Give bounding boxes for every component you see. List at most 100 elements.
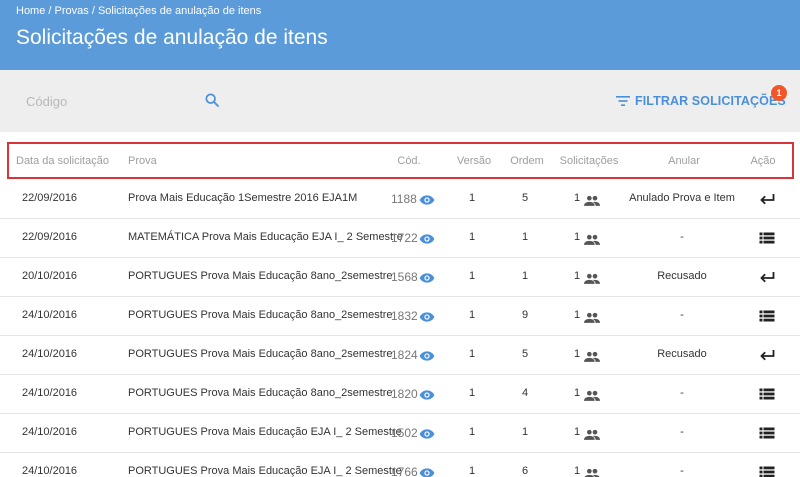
table-row[interactable]: 24/10/2016 PORTUGUES Prova Mais Educação … (0, 336, 800, 375)
cell-prova: MATEMÁTICA Prova Mais Educação EJA I_ 2 … (128, 231, 403, 243)
cell-versao: 1 (468, 387, 476, 399)
filter-requests-button[interactable]: FILTRAR SOLICITAÇÕES (616, 92, 786, 110)
cell-solicitacoes: 1 (574, 348, 581, 360)
cell-anular: - (680, 387, 684, 399)
eye-icon[interactable] (419, 427, 435, 439)
eye-icon[interactable] (419, 271, 435, 283)
undo-icon[interactable] (759, 192, 775, 206)
cell-ordem: 4 (521, 387, 529, 399)
cell-solicitacoes: 1 (574, 309, 581, 321)
cell-anular: - (680, 231, 684, 243)
breadcrumb-provas[interactable]: Provas (55, 5, 89, 17)
cell-prova: PORTUGUES Prova Mais Educação EJA I_ 2 S… (128, 465, 402, 477)
cell-ordem: 1 (521, 231, 529, 243)
table-row[interactable]: 24/10/2016 PORTUGUES Prova Mais Educação … (0, 375, 800, 414)
table-row[interactable]: 24/10/2016 PORTUGUES Prova Mais Educação … (0, 453, 800, 477)
cell-prova: PORTUGUES Prova Mais Educação 8ano_2seme… (128, 270, 393, 282)
filter-toolbar: FILTRAR SOLICITAÇÕES (0, 70, 800, 132)
list-icon[interactable] (759, 465, 775, 477)
cell-versao: 1 (468, 465, 476, 477)
cell-ordem: 6 (521, 465, 529, 477)
cell-versao: 1 (468, 426, 476, 438)
search-input[interactable] (26, 89, 196, 113)
list-icon[interactable] (759, 309, 775, 323)
cell-solicitacoes: 1 (574, 465, 581, 477)
cell-data-solicitacao: 24/10/2016 (22, 348, 78, 360)
column-header-solicitacoes[interactable]: Solicitações (560, 155, 619, 167)
column-header-versao[interactable]: Versão (457, 155, 491, 167)
eye-icon[interactable] (419, 193, 435, 205)
eye-icon[interactable] (419, 466, 435, 477)
table-row[interactable]: 22/09/2016 Prova Mais Educação 1Semestre … (0, 180, 800, 219)
cell-solicitacoes: 1 (574, 192, 581, 204)
cell-cod: 1188 (391, 192, 417, 206)
cell-data-solicitacao: 24/10/2016 (22, 465, 78, 477)
search-icon[interactable] (204, 92, 220, 108)
people-icon (584, 232, 600, 245)
cell-versao: 1 (468, 309, 476, 321)
table-row[interactable]: 24/10/2016 PORTUGUES Prova Mais Educação … (0, 414, 800, 453)
eye-icon[interactable] (419, 388, 435, 400)
table-header: Data da solicitação Prova Cód. Versão Or… (7, 142, 794, 179)
people-icon (584, 466, 600, 477)
table-row[interactable]: 20/10/2016 PORTUGUES Prova Mais Educação … (0, 258, 800, 297)
eye-icon[interactable] (419, 232, 435, 244)
cell-data-solicitacao: 22/09/2016 (22, 192, 78, 204)
cell-cod: 1568 (391, 270, 418, 284)
undo-icon[interactable] (759, 348, 775, 362)
requests-table: Data da solicitação Prova Cód. Versão Or… (0, 142, 800, 477)
cell-prova: PORTUGUES Prova Mais Educação 8ano_2seme… (128, 387, 393, 399)
cell-solicitacoes: 1 (574, 231, 581, 243)
people-icon (584, 388, 600, 401)
cell-versao: 1 (468, 348, 476, 360)
table-row[interactable]: 24/10/2016 PORTUGUES Prova Mais Educação … (0, 297, 800, 336)
cell-cod: 1502 (391, 426, 418, 440)
cell-anular: - (680, 309, 684, 321)
column-header-acao[interactable]: Ação (750, 155, 775, 167)
cell-data-solicitacao: 24/10/2016 (22, 426, 78, 438)
cell-prova: PORTUGUES Prova Mais Educação EJA I_ 2 S… (128, 426, 402, 438)
filter-icon (616, 96, 630, 106)
people-icon (584, 427, 600, 440)
column-header-anular[interactable]: Anular (668, 155, 700, 167)
filter-count-badge: 1 (771, 85, 787, 101)
cell-anular: Recusado (657, 348, 707, 360)
cell-versao: 1 (468, 231, 476, 243)
cell-cod: 1824 (391, 348, 418, 362)
table-row[interactable]: 22/09/2016 MATEMÁTICA Prova Mais Educação… (0, 219, 800, 258)
people-icon (584, 193, 600, 206)
undo-icon[interactable] (759, 270, 775, 284)
cell-ordem: 1 (521, 270, 529, 282)
cell-data-solicitacao: 20/10/2016 (22, 270, 78, 282)
column-header-prova[interactable]: Prova (128, 155, 157, 167)
cell-anular: - (680, 465, 684, 477)
column-header-cod[interactable]: Cód. (397, 155, 420, 167)
cell-cod: 1820 (391, 387, 418, 401)
eye-icon[interactable] (419, 310, 435, 322)
cell-solicitacoes: 1 (574, 426, 581, 438)
cell-versao: 1 (468, 270, 476, 282)
filter-requests-label: FILTRAR SOLICITAÇÕES (635, 94, 786, 108)
breadcrumb: Home / Provas / Solicitações de anulação… (16, 5, 261, 17)
cell-ordem: 5 (521, 348, 529, 360)
cell-data-solicitacao: 24/10/2016 (22, 309, 78, 321)
cell-prova: Prova Mais Educação 1Semestre 2016 EJA1M (128, 192, 358, 204)
cell-anular: - (680, 426, 684, 438)
column-header-data[interactable]: Data da solicitação (16, 155, 109, 167)
cell-prova: PORTUGUES Prova Mais Educação 8ano_2seme… (128, 309, 393, 321)
breadcrumb-current: Solicitações de anulação de itens (97, 5, 262, 17)
cell-cod: 1722 (391, 231, 418, 245)
list-icon[interactable] (759, 231, 775, 245)
cell-versao: 1 (468, 192, 476, 204)
cell-ordem: 5 (521, 192, 529, 204)
eye-icon[interactable] (419, 349, 435, 361)
column-header-ordem[interactable]: Ordem (510, 155, 544, 167)
breadcrumb-home[interactable]: Home (16, 5, 45, 17)
cell-cod: 1766 (391, 465, 418, 477)
people-icon (584, 271, 600, 284)
cell-cod: 1832 (391, 309, 418, 323)
cell-solicitacoes: 1 (574, 270, 581, 282)
cell-data-solicitacao: 22/09/2016 (22, 231, 78, 243)
list-icon[interactable] (759, 387, 775, 401)
list-icon[interactable] (759, 426, 775, 440)
